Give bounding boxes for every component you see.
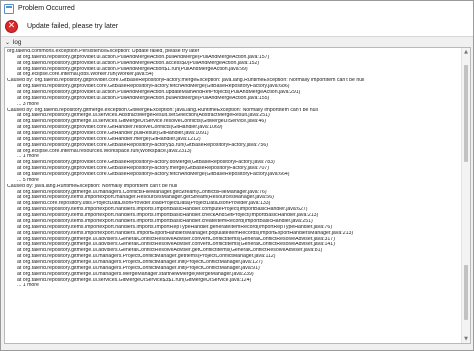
vertical-scrollbar[interactable]: ▲ ▼ xyxy=(461,48,470,343)
scroll-down-arrow-icon[interactable]: ▼ xyxy=(462,335,470,343)
log-line: ... 1 more xyxy=(17,283,39,289)
log-text-area[interactable]: org.talend.commons.exception.Persistence… xyxy=(4,47,471,344)
error-message: Update failed, please try later xyxy=(27,22,119,30)
log-section-label: log xyxy=(13,39,22,46)
problem-dialog: Problem Occurred ✕ Update failed, please… xyxy=(0,0,474,351)
app-window-icon xyxy=(4,3,14,14)
error-message-bar: ✕ Update failed, please try later xyxy=(1,16,473,37)
chevron-down-icon[interactable]: ⌄ xyxy=(5,39,10,46)
window-title: Problem Occurred xyxy=(18,5,75,12)
error-icon: ✕ xyxy=(5,19,18,33)
log-section-toggle[interactable]: ⌄ log xyxy=(1,38,473,47)
scroll-up-arrow-icon[interactable]: ▲ xyxy=(462,48,470,56)
log-lines: org.talend.commons.exception.Persistence… xyxy=(7,49,459,289)
title-bar: Problem Occurred xyxy=(1,1,473,16)
scrollbar-thumb[interactable] xyxy=(464,264,468,321)
scrollbar-thumb[interactable] xyxy=(464,65,468,163)
